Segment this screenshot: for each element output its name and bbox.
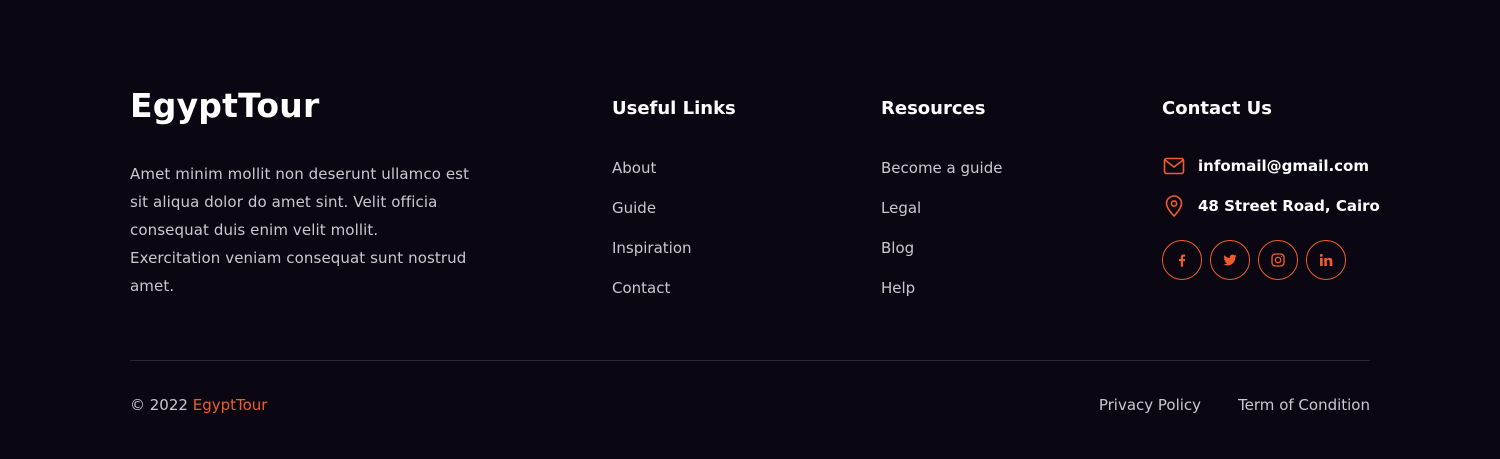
linkedin-icon [1319,253,1333,266]
contact-address-value: 48 Street Road, Cairo [1198,197,1380,215]
twitter-icon [1223,254,1237,266]
contact-title: Contact Us [1162,98,1273,119]
copyright: © 2022 EgyptTour [130,394,267,416]
legal-links: Privacy Policy Term of Condition [1099,394,1370,416]
link-inspiration[interactable]: Inspiration [612,234,736,274]
useful-links-column: Useful Links About Guide Inspiration Con… [612,96,736,314]
facebook-icon [1178,254,1186,267]
about-text: Amet minim mollit non deserunt ullamco e… [130,165,470,295]
link-blog[interactable]: Blog [881,234,1002,274]
contact-column: Contact Us infomail@gmail.com 48 Street … [1162,96,1380,280]
location-pin-icon [1165,195,1183,217]
instagram-button[interactable] [1258,240,1298,280]
copyright-text: © 2022 [130,396,188,414]
facebook-button[interactable] [1162,240,1202,280]
link-legal[interactable]: Legal [881,194,1002,234]
twitter-button[interactable] [1210,240,1250,280]
link-contact[interactable]: Contact [612,274,736,314]
brand-logo[interactable]: EgyptTour [130,86,319,125]
terms-link[interactable]: Term of Condition [1238,394,1370,416]
useful-links-title: Useful Links [612,98,736,119]
resources-title: Resources [881,98,986,119]
link-help[interactable]: Help [881,274,1002,314]
linkedin-button[interactable] [1306,240,1346,280]
privacy-policy-link[interactable]: Privacy Policy [1099,394,1201,416]
social-links [1162,240,1380,280]
contact-email[interactable]: infomail@gmail.com [1162,146,1380,186]
link-guide[interactable]: Guide [612,194,736,234]
link-about[interactable]: About [612,154,736,194]
mail-icon [1163,157,1185,175]
footer-divider [130,360,1370,361]
resources-list: Become a guide Legal Blog Help [881,154,1002,314]
contact-email-value: infomail@gmail.com [1198,157,1369,175]
useful-links-list: About Guide Inspiration Contact [612,154,736,314]
copyright-brand-link[interactable]: EgyptTour [193,396,268,414]
instagram-icon [1271,253,1285,267]
resources-column: Resources Become a guide Legal Blog Help [881,96,1002,314]
contact-address: 48 Street Road, Cairo [1162,186,1380,226]
link-become-a-guide[interactable]: Become a guide [881,154,1002,194]
